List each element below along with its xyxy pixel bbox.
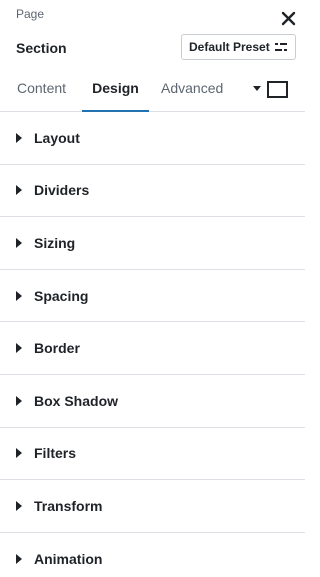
preset-selector-button[interactable]: Default Preset — [181, 34, 296, 60]
breadcrumb[interactable]: Page — [16, 7, 44, 21]
caret-right-icon — [16, 500, 22, 511]
tab-advanced[interactable]: Advanced — [161, 72, 223, 112]
panel-label: Layout — [34, 129, 80, 146]
panel-toggle-filters[interactable]: Filters — [0, 428, 305, 481]
panel-toggle-spacing[interactable]: Spacing — [0, 270, 305, 323]
caret-right-icon — [16, 343, 22, 354]
settings-header: Page Section Default Preset Content Desi… — [0, 0, 305, 112]
tab-design[interactable]: Design — [82, 72, 149, 112]
section-title: Section — [16, 40, 67, 56]
panel-toggle-animation[interactable]: Animation — [0, 533, 305, 577]
caret-right-icon — [16, 395, 22, 406]
panel-label: Border — [34, 340, 80, 357]
close-button[interactable] — [279, 9, 299, 29]
device-selector[interactable] — [253, 80, 288, 98]
panel-toggle-layout[interactable]: Layout — [0, 112, 305, 165]
panel-label: Dividers — [34, 182, 90, 199]
caret-right-icon — [16, 448, 22, 459]
panel-label: Filters — [34, 445, 77, 462]
caret-right-icon — [16, 237, 22, 248]
caret-right-icon — [16, 554, 22, 565]
caret-right-icon — [16, 185, 22, 196]
panel-toggle-transform[interactable]: Transform — [0, 480, 305, 533]
desktop-icon — [267, 80, 288, 98]
preset-label: Default Preset — [189, 40, 270, 54]
tab-bar: Content Design Advanced — [0, 72, 305, 112]
panel-label: Spacing — [34, 287, 89, 304]
panel-label: Sizing — [34, 234, 76, 251]
panel-label: Animation — [34, 551, 103, 568]
caret-down-icon — [253, 86, 261, 91]
preset-options-icon — [274, 43, 287, 51]
panel-toggle-border[interactable]: Border — [0, 322, 305, 375]
tab-content[interactable]: Content — [17, 72, 66, 112]
panel-toggle-sizing[interactable]: Sizing — [0, 217, 305, 270]
close-icon — [281, 11, 296, 26]
panel-toggle-dividers[interactable]: Dividers — [0, 165, 305, 218]
panel-label: Transform — [34, 497, 103, 514]
design-panel-list: Layout Dividers Sizing Spacing Border Bo… — [0, 112, 305, 577]
panel-label: Box Shadow — [34, 392, 119, 409]
caret-right-icon — [16, 290, 22, 301]
caret-right-icon — [16, 132, 22, 143]
panel-toggle-box-shadow[interactable]: Box Shadow — [0, 375, 305, 428]
